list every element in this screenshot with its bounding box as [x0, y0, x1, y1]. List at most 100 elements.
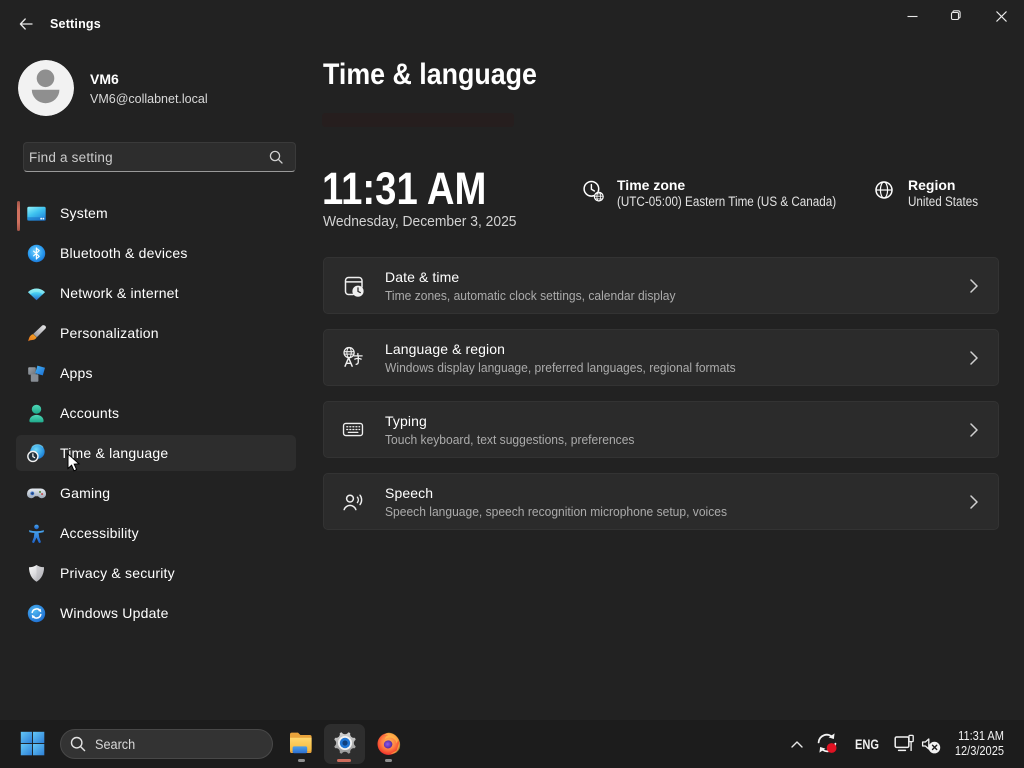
sidebar-item-system[interactable]: System	[16, 195, 296, 231]
system-icon	[27, 204, 46, 223]
card-typing[interactable]: Typing Touch keyboard, text suggestions,…	[323, 401, 999, 458]
minimize-icon	[907, 15, 917, 17]
firefox-button[interactable]	[368, 724, 409, 764]
taskbar: Search ENG 11:31 AM 12/3/2025	[0, 720, 1024, 768]
taskbar-search[interactable]: Search	[60, 729, 273, 759]
windows-update-icon	[27, 604, 46, 623]
firefox-icon	[377, 732, 401, 755]
sidebar-item-gaming[interactable]: Gaming	[16, 475, 296, 511]
card-title: Typing	[385, 412, 427, 429]
sync-icon	[817, 733, 837, 753]
sidebar-item-label: Accounts	[60, 405, 120, 421]
language-region-icon	[342, 346, 364, 369]
region-icon	[873, 180, 895, 207]
file-explorer-running-indicator	[298, 759, 305, 762]
privacy-icon	[27, 564, 46, 583]
card-title: Language & region	[385, 340, 506, 357]
sidebar-item-label: Gaming	[60, 485, 111, 501]
search-icon	[70, 736, 86, 752]
chevron-up-icon	[791, 740, 803, 748]
sidebar-item-privacy[interactable]: Privacy & security	[16, 555, 296, 591]
timezone-value: (UTC-05:00) Eastern Time (US & Canada)	[617, 194, 837, 209]
settings-taskbar-button[interactable]	[324, 724, 365, 764]
time-language-icon	[27, 444, 46, 463]
sidebar-item-accounts[interactable]: Accounts	[16, 395, 296, 431]
clock-time: 11:31 AM	[322, 163, 487, 214]
taskbar-search-label: Search	[95, 736, 136, 752]
card-date-time[interactable]: Date & time Time zones, automatic clock …	[323, 257, 999, 314]
region-value: United States	[908, 194, 979, 209]
sidebar-item-label: Personalization	[60, 325, 159, 341]
start-button[interactable]	[20, 731, 45, 756]
profile-name: VM6	[90, 71, 119, 87]
clock-date: Wednesday, December 3, 2025	[323, 214, 517, 230]
sidebar: VM6 VM6@collabnet.local Find a setting S…	[0, 40, 320, 720]
sidebar-item-apps[interactable]: Apps	[16, 355, 296, 391]
tray-time: 11:31 AM	[958, 728, 1004, 743]
tray-date: 12/3/2025	[954, 743, 1004, 758]
bluetooth-icon	[27, 244, 46, 263]
ghost-bar	[322, 113, 514, 127]
sidebar-item-time-language[interactable]: Time & language	[16, 435, 296, 471]
typing-icon	[342, 419, 364, 441]
timezone-title: Time zone	[617, 177, 686, 193]
speech-icon	[342, 491, 364, 513]
card-language-region[interactable]: Language & region Windows display langua…	[323, 329, 999, 386]
chevron-right-icon	[970, 422, 978, 437]
card-subtitle: Touch keyboard, text suggestions, prefer…	[385, 432, 635, 447]
card-text: Typing Touch keyboard, text suggestions,…	[385, 413, 643, 447]
gaming-icon	[27, 484, 46, 503]
person-icon	[18, 60, 74, 116]
sidebar-item-network[interactable]: Network & internet	[16, 275, 296, 311]
sidebar-item-label: Apps	[60, 365, 93, 381]
firefox-running-indicator	[385, 759, 392, 762]
card-title: Speech	[385, 484, 434, 501]
sidebar-item-bluetooth[interactable]: Bluetooth & devices	[16, 235, 296, 271]
tray-chevron-button[interactable]	[788, 731, 806, 757]
app-title: Settings	[50, 17, 101, 31]
tray-sync-button[interactable]	[814, 730, 840, 761]
titlebar: Settings	[0, 0, 1024, 40]
card-text: Speech Speech language, speech recogniti…	[385, 485, 739, 519]
settings-window: Settings VM6 VM6@collabnet.local Find a …	[0, 0, 1024, 720]
timezone-icon	[582, 180, 606, 209]
tray-language-label[interactable]: ENG	[855, 737, 879, 752]
region-title: Region	[908, 177, 956, 193]
search-input[interactable]: Find a setting	[23, 142, 296, 172]
sidebar-item-label: System	[60, 205, 108, 221]
back-arrow-icon	[19, 18, 33, 30]
mouse-cursor	[67, 452, 81, 478]
chevron-right-icon	[970, 494, 978, 509]
sidebar-item-label: Network & internet	[60, 285, 179, 301]
windows-logo-icon	[20, 731, 45, 756]
maximize-button[interactable]	[932, 0, 978, 32]
sidebar-item-label: Accessibility	[60, 525, 139, 541]
sidebar-item-personalization[interactable]: Personalization	[16, 315, 296, 351]
close-icon	[995, 10, 1007, 22]
close-button[interactable]	[978, 0, 1024, 32]
settings-gear-icon	[330, 729, 359, 757]
restore-icon	[950, 10, 961, 21]
back-button[interactable]	[14, 13, 38, 35]
minimize-button[interactable]	[889, 0, 935, 32]
card-text: Date & time Time zones, automatic clock …	[385, 269, 686, 303]
content: Time & language 11:31 AM Wednesday, Dece…	[322, 40, 1024, 720]
card-speech[interactable]: Speech Speech language, speech recogniti…	[323, 473, 999, 530]
page-title: Time & language	[323, 58, 537, 91]
tray-clock[interactable]: 11:31 AM 12/3/2025	[919, 728, 1004, 758]
profile-email: VM6@collabnet.local	[90, 92, 208, 106]
accounts-icon	[27, 404, 46, 423]
card-title: Date & time	[385, 268, 460, 285]
apps-icon	[27, 364, 46, 383]
personalization-icon	[27, 324, 46, 343]
chevron-right-icon	[970, 278, 978, 293]
sidebar-item-accessibility[interactable]: Accessibility	[16, 515, 296, 551]
network-icon	[27, 284, 46, 303]
sidebar-item-windows-update[interactable]: Windows Update	[16, 595, 296, 631]
network-tray-icon[interactable]	[894, 734, 916, 759]
file-explorer-icon	[290, 732, 312, 754]
card-subtitle: Windows display language, preferred lang…	[385, 360, 736, 375]
accessibility-icon	[27, 524, 46, 543]
file-explorer-button[interactable]	[281, 724, 322, 764]
date-time-icon	[342, 275, 364, 297]
